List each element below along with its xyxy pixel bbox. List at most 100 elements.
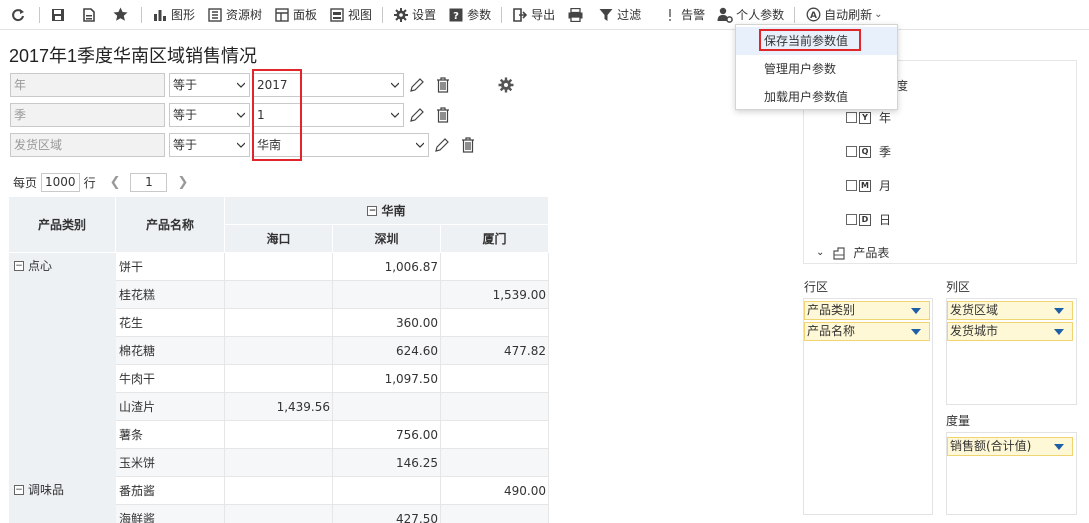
caret-down-icon[interactable] (911, 308, 921, 314)
filter-operator-year[interactable]: 等于 (169, 73, 250, 97)
resource-tree-button[interactable]: 资源树 (201, 0, 268, 30)
tree-node-label: 产品表 (853, 246, 890, 260)
trash-icon[interactable] (435, 77, 451, 93)
value-cell (225, 449, 333, 477)
column-field-pill[interactable]: 发货城市 (947, 322, 1073, 341)
table-row: 棉花糖 624.60 477.82 (116, 337, 549, 365)
collapse-icon[interactable]: − (14, 260, 24, 271)
value-cell (225, 421, 333, 449)
toolbar-divider (39, 6, 40, 23)
category-condiments[interactable]: − 调味品 (14, 481, 64, 498)
filter-label: 过滤 (617, 8, 642, 22)
header-category: 产品类别 (9, 197, 116, 253)
category-label: 调味品 (28, 483, 65, 497)
caret-down-icon[interactable] (911, 329, 921, 335)
toolbar-divider (651, 6, 653, 23)
value-cell: 1,539.00 (441, 281, 549, 309)
value-cell (225, 505, 333, 523)
page-title: 2017年1季度华南区域销售情况 (9, 46, 258, 66)
collapse-icon[interactable]: − (14, 484, 24, 495)
value-cell: 1,097.50 (333, 365, 441, 393)
tree-field-year[interactable]: Y 年 (846, 109, 891, 126)
category-snacks[interactable]: − 点心 (14, 257, 52, 274)
row-field-pill[interactable]: 产品名称 (804, 322, 930, 341)
measure-field-pill[interactable]: 销售额(合计值) (947, 437, 1073, 456)
gear-icon[interactable] (498, 77, 514, 93)
product-name: 花生 (116, 309, 225, 337)
filter-button[interactable]: 过滤 (592, 0, 647, 30)
chevron-left-icon[interactable]: ❮ (110, 175, 121, 190)
filter-operator-quarter[interactable]: 等于 (169, 103, 250, 127)
save-as-button[interactable] (75, 0, 106, 30)
value-cell (333, 393, 441, 421)
product-name: 牛肉干 (116, 365, 225, 393)
trash-icon[interactable] (435, 107, 451, 123)
value-cell (441, 505, 549, 523)
chevron-down-icon: ⌄ (874, 9, 883, 20)
row-field-pill[interactable]: 产品类别 (804, 301, 930, 320)
header-region[interactable]: − 华南 (225, 197, 549, 225)
tree-field-quarter[interactable]: Q 季 (846, 143, 891, 160)
filter-operator-label: 等于 (173, 138, 198, 152)
refresh-button[interactable] (4, 0, 35, 30)
pill-label: 发货区域 (950, 303, 999, 317)
checkbox[interactable] (846, 112, 857, 123)
checkbox[interactable] (846, 146, 857, 157)
column-field-pill[interactable]: 发货区域 (947, 301, 1073, 320)
chart-button[interactable]: 图形 (146, 0, 201, 30)
region-label: 华南 (381, 204, 406, 218)
filter-field-quarter: 季 (10, 103, 165, 127)
pill-label: 发货城市 (950, 324, 999, 338)
star-icon (112, 7, 128, 23)
header-city: 海口 (225, 225, 333, 253)
svg-text:?: ? (453, 11, 459, 22)
params-button[interactable]: ? 参数 (442, 0, 497, 30)
edit-icon[interactable] (409, 77, 425, 93)
collapse-icon[interactable]: − (367, 205, 378, 216)
value-cell (441, 421, 549, 449)
value-cell (441, 393, 549, 421)
pager: 每页 1000 行 ❮ 1 ❯ (13, 172, 194, 192)
alert-button[interactable]: 告警 (656, 0, 711, 30)
print-button[interactable] (561, 0, 592, 30)
value-cell (441, 449, 549, 477)
value-cell (441, 309, 549, 337)
edit-icon[interactable] (434, 137, 450, 153)
value-cell (225, 365, 333, 393)
menu-item-load-user-params[interactable]: 加载用户参数值 (736, 83, 897, 111)
trash-icon[interactable] (460, 137, 476, 153)
panel-button[interactable]: 面板 (268, 0, 323, 30)
export-button[interactable]: 导出 (506, 0, 561, 30)
caret-down-icon[interactable] (1054, 308, 1064, 314)
save-button[interactable] (44, 0, 75, 30)
settings-button[interactable]: 设置 (387, 0, 442, 30)
menu-item-manage-user-params[interactable]: 管理用户参数 (736, 55, 897, 83)
tree-node-product-table[interactable]: ⌄ 产品表 (816, 244, 889, 261)
product-name: 薯条 (116, 421, 225, 449)
export-label: 导出 (531, 8, 556, 22)
product-name: 玉米饼 (116, 449, 225, 477)
personal-params-label: 个人参数 (736, 8, 785, 22)
column-zone-label: 列区 (946, 280, 971, 294)
filter-operator-label: 等于 (173, 78, 198, 92)
page-number-input[interactable]: 1 (130, 172, 168, 192)
tree-field-day[interactable]: D 日 (846, 211, 891, 228)
tree-field-month[interactable]: M 月 (846, 177, 891, 194)
favorite-button[interactable] (106, 0, 137, 30)
tree-field-label: 年 (879, 111, 892, 125)
edit-icon[interactable] (409, 107, 425, 123)
chevron-right-icon[interactable]: ❯ (177, 175, 188, 190)
checkbox[interactable] (846, 180, 857, 191)
chevron-down-icon (237, 82, 245, 88)
value-cell: 146.25 (333, 449, 441, 477)
value-cell (225, 309, 333, 337)
caret-down-icon[interactable] (1054, 444, 1064, 450)
page-size-input[interactable]: 1000 (41, 172, 80, 192)
chevron-down-icon[interactable]: ⌄ (816, 247, 824, 258)
tree-field-label: 月 (879, 179, 892, 193)
table-row: 牛肉干 1,097.50 (116, 365, 549, 393)
filter-operator-ship-region[interactable]: 等于 (169, 133, 250, 157)
checkbox[interactable] (846, 214, 857, 225)
view-button[interactable]: 视图 (323, 0, 378, 30)
caret-down-icon[interactable] (1054, 329, 1064, 335)
